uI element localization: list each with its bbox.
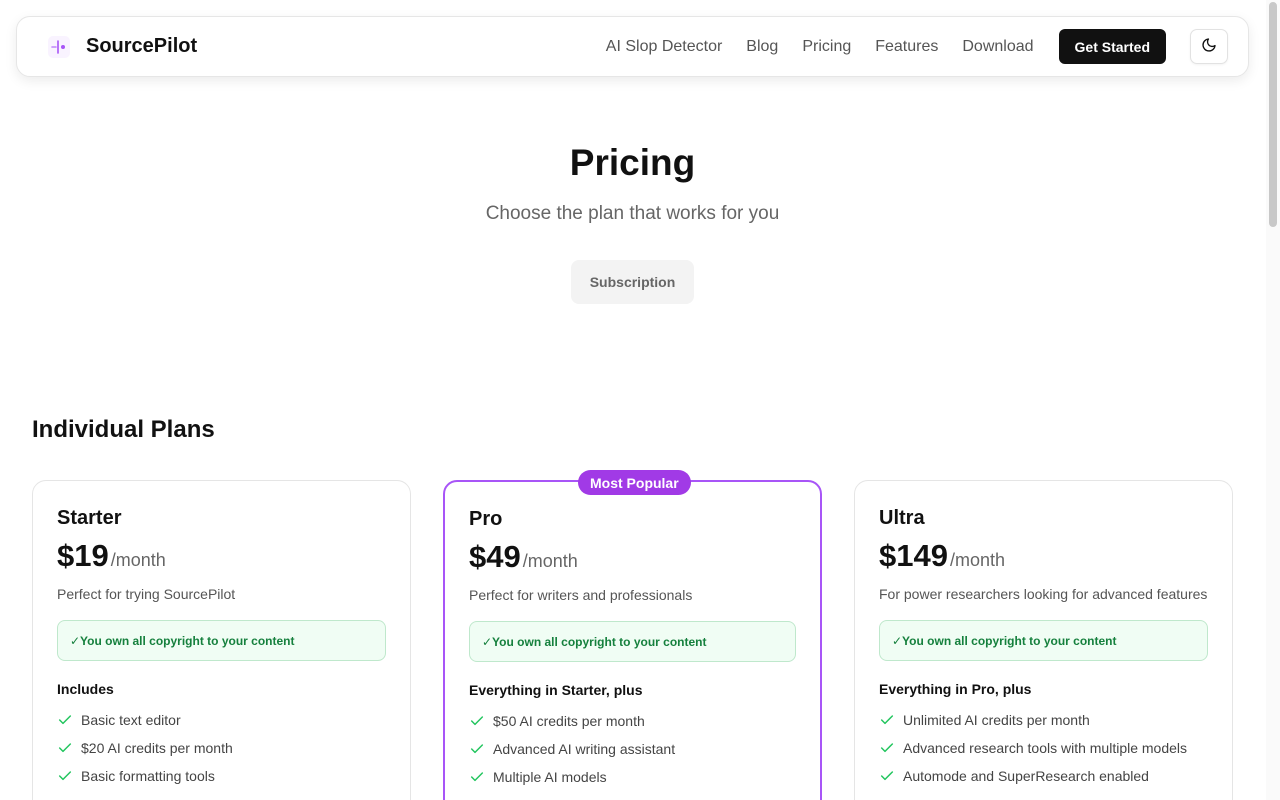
feature-text: $20 AI credits per month — [81, 740, 233, 756]
billing-tab-group: Subscription — [571, 260, 694, 304]
get-started-button[interactable]: Get Started — [1058, 29, 1166, 64]
price-row: $149 /month — [879, 538, 1208, 574]
plan-description: Perfect for writers and professionals — [469, 587, 693, 603]
feature-text: Automode and SuperResearch enabled — [903, 768, 1149, 784]
feature-item: Advanced AI writing assistant — [469, 735, 796, 763]
check-icon — [57, 768, 73, 784]
price-row: $19 /month — [57, 538, 386, 574]
plan-price: $19 — [57, 538, 109, 573]
plan-card-starter: Starter $19 /month Perfect for trying So… — [32, 480, 411, 800]
check-icon — [879, 740, 895, 756]
plan-price: $149 — [879, 538, 948, 573]
feature-item: Basic formatting tools — [57, 762, 386, 790]
includes-heading: Everything in Pro, plus — [879, 681, 1032, 697]
nav-link-ai-slop-detector[interactable]: AI Slop Detector — [606, 38, 723, 56]
feature-text: $50 AI credits per month — [493, 713, 645, 729]
feature-item: Advanced research tools with multiple mo… — [879, 734, 1208, 762]
feature-text: Advanced research tools with multiple mo… — [903, 740, 1188, 756]
check-icon — [57, 712, 73, 728]
plan-description: For power researchers looking for advanc… — [879, 586, 1208, 602]
plan-card-ultra: Ultra $149 /month For power researchers … — [854, 480, 1233, 800]
page-subtitle: Choose the plan that works for you — [485, 203, 780, 224]
feature-text: Basic formatting tools — [81, 768, 215, 784]
check-icon — [879, 768, 895, 784]
page-title: Pricing — [569, 142, 696, 183]
check-icon — [57, 740, 73, 756]
feature-item: Multiple AI models — [469, 763, 796, 791]
price-row: $49 /month — [469, 539, 796, 575]
most-popular-badge: Most Popular — [578, 470, 691, 495]
feature-list: Unlimited AI credits per month Advanced … — [879, 706, 1208, 790]
tab-subscription[interactable]: Subscription — [590, 274, 676, 290]
feature-item: Automode and SuperResearch enabled — [879, 762, 1208, 790]
nav-link-features[interactable]: Features — [875, 38, 938, 56]
scrollbar-thumb[interactable] — [1269, 2, 1277, 227]
page-scrollbar[interactable] — [1266, 0, 1280, 800]
check-icon — [879, 712, 895, 728]
feature-list: Basic text editor $20 AI credits per mon… — [57, 706, 386, 790]
plan-period: /month — [110, 550, 166, 570]
moon-icon — [1201, 37, 1217, 56]
copyright-notice: ✓You own all copyright to your content — [57, 620, 386, 661]
includes-heading: Includes — [57, 681, 114, 697]
nav-link-download[interactable]: Download — [962, 38, 1033, 56]
check-icon — [469, 741, 485, 757]
nav-links: AI Slop Detector Blog Pricing Features D… — [606, 38, 1034, 56]
feature-list: $50 AI credits per month Advanced AI wri… — [469, 707, 796, 791]
section-title: Individual Plans — [32, 416, 215, 443]
copyright-notice: ✓You own all copyright to your content — [469, 621, 796, 662]
feature-text: Advanced AI writing assistant — [493, 741, 676, 757]
plan-card-pro: Most Popular Pro $49 /month Perfect for … — [443, 470, 822, 800]
nav-link-pricing[interactable]: Pricing — [802, 38, 851, 56]
plan-period: /month — [949, 550, 1005, 570]
plan-period: /month — [522, 551, 578, 571]
check-icon — [469, 713, 485, 729]
feature-text: Unlimited AI credits per month — [903, 712, 1090, 728]
feature-item: Basic text editor — [57, 706, 386, 734]
feature-item: $50 AI credits per month — [469, 707, 796, 735]
plan-name: Ultra — [879, 507, 925, 529]
theme-toggle-button[interactable] — [1190, 29, 1228, 64]
plan-price: $49 — [469, 539, 521, 574]
feature-item: Unlimited AI credits per month — [879, 706, 1208, 734]
check-icon — [469, 769, 485, 785]
feature-item: $20 AI credits per month — [57, 734, 386, 762]
nav-link-blog[interactable]: Blog — [746, 38, 778, 56]
plan-description: Perfect for trying SourcePilot — [57, 586, 236, 602]
feature-text: Basic text editor — [81, 712, 181, 728]
feature-text: Multiple AI models — [493, 769, 607, 785]
plan-name: Starter — [57, 507, 122, 529]
brand-name[interactable]: SourcePilot — [86, 35, 197, 58]
navbar: SourcePilot AI Slop Detector Blog Pricin… — [16, 16, 1249, 77]
copyright-notice: ✓You own all copyright to your content — [879, 620, 1208, 661]
includes-heading: Everything in Starter, plus — [469, 682, 643, 698]
sparkle-logo-icon[interactable] — [45, 33, 73, 61]
plan-name: Pro — [469, 508, 503, 530]
